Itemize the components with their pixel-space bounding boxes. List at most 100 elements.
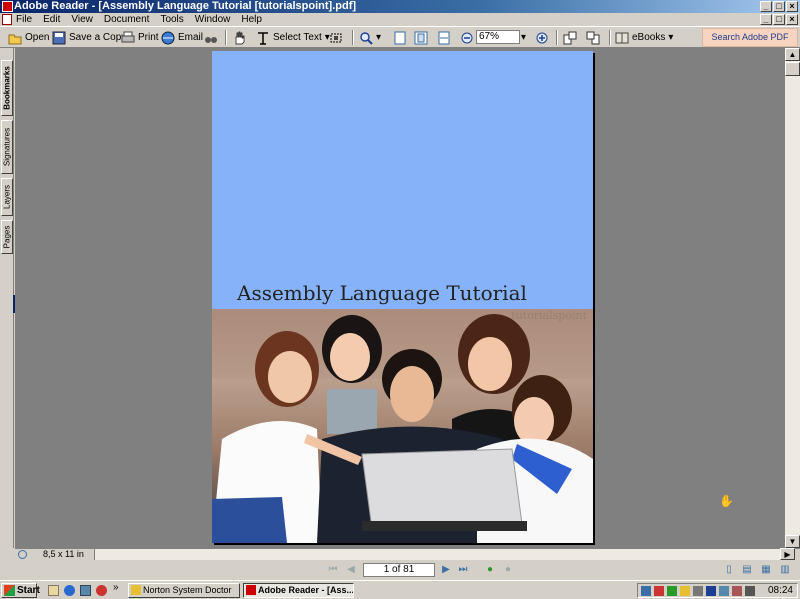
snapshot-button[interactable] [329,29,343,46]
windows-taskbar: Start » Norton System Doctor Adobe Reade… [0,580,800,599]
tray-shield-icon[interactable] [706,586,716,596]
quicklaunch-app-icon[interactable] [96,585,107,596]
quicklaunch-ie-icon[interactable] [64,585,75,596]
ebooks-button[interactable]: eBooks ▾ [615,29,673,46]
single-page-icon[interactable]: ▯ [723,564,735,576]
save-copy-label: Save a Copy [69,32,127,43]
facing-icon[interactable]: ▥ [779,564,791,576]
toolbar-separator [225,30,227,45]
zoom-in-tool-button[interactable]: ▾ [359,29,381,46]
tray-app-icon[interactable] [732,586,742,596]
zoom-level-input[interactable]: 67% [476,30,520,44]
scroll-up-button[interactable]: ▲ [785,48,800,61]
menu-window[interactable]: Window [195,13,231,26]
print-icon [121,31,135,45]
document-icon[interactable] [2,14,12,25]
ebooks-icon [615,31,629,45]
cover-photo: tutorialspoint [212,309,593,543]
go-forward-icon[interactable]: ● [502,564,514,576]
fit-page-button[interactable] [414,29,428,46]
save-icon [52,31,66,45]
menu-help[interactable]: Help [241,13,262,26]
horizontal-scrollbar[interactable] [95,549,785,560]
snapshot-icon [329,31,343,45]
page-navigation-bar: ⏮ ◀ 1 of 81 ▶ ⏭ ● ● ▯ ▤ ▦ ▥ [0,560,800,580]
ebooks-dropdown-icon[interactable]: ▾ [668,32,673,43]
email-icon [161,31,175,45]
doc-close-button[interactable]: × [786,14,798,25]
start-label: Start [17,585,40,596]
tray-network-icon[interactable] [641,586,651,596]
doc-restore-button[interactable]: □ [773,14,785,25]
ebooks-label: eBooks [632,32,666,43]
open-icon [8,31,22,45]
zoom-tool-dropdown-icon[interactable]: ▾ [376,32,381,43]
print-button[interactable]: Print [121,29,159,46]
tray-security-icon[interactable] [654,586,664,596]
tray-display-icon[interactable] [719,586,729,596]
tray-update-icon[interactable] [667,586,677,596]
scroll-down-button[interactable]: ▼ [785,535,800,548]
zoom-out-button[interactable] [460,29,474,46]
actual-size-button[interactable] [393,29,407,46]
search-binoculars-button[interactable] [204,29,218,46]
tray-volume-icon[interactable] [693,586,703,596]
navigation-panel: Bookmarks Signatures Layers Pages [0,48,14,548]
zoom-in-icon [359,31,373,45]
next-page-icon[interactable]: ▶ [440,564,452,576]
start-button[interactable]: Start [1,583,40,598]
fit-width-button[interactable] [437,29,451,46]
menu-tools[interactable]: Tools [160,13,183,26]
quicklaunch-overflow-chevron[interactable]: » [113,582,119,593]
vertical-scroll-thumb[interactable] [785,62,800,76]
scroll-right-button[interactable]: ▶ [780,548,795,560]
continuous-icon[interactable]: ▤ [741,564,753,576]
pdf-page[interactable]: Assembly Language Tutorial tutorialspoin… [212,51,593,543]
zoom-in-button[interactable] [535,29,549,46]
menu-file[interactable]: File [16,13,32,26]
vertical-scrollbar[interactable]: ▲ ▼ [785,48,800,548]
document-workspace[interactable]: Assembly Language Tutorial tutorialspoin… [15,48,785,548]
print-label: Print [138,32,159,43]
select-text-button[interactable]: Select Text ▾ [256,29,330,46]
title-bar[interactable]: Adobe Reader - [Assembly Language Tutori… [0,0,800,13]
maximize-button[interactable]: □ [773,1,785,12]
email-button[interactable]: Email [161,29,203,46]
open-button[interactable]: Open [8,29,49,46]
search-adobe-pdf-button[interactable]: Search Adobe PDF files [702,28,798,59]
menu-edit[interactable]: Edit [43,13,60,26]
page-size-icon [18,550,27,559]
page-number-input[interactable]: 1 of 81 [363,563,435,577]
tab-signatures[interactable]: Signatures [1,120,13,174]
close-button[interactable]: × [786,1,798,12]
first-page-icon[interactable]: ⏮ [327,564,339,576]
menu-document[interactable]: Document [104,13,150,26]
previous-page-icon[interactable]: ◀ [345,564,357,576]
rotate-counterclockwise-button[interactable] [586,29,600,46]
norton-icon [131,585,141,595]
tab-bookmarks[interactable]: Bookmarks [1,60,13,116]
continuous-facing-icon[interactable]: ▦ [760,564,772,576]
quicklaunch-desktop-icon[interactable] [48,585,59,596]
task-adobe-reader[interactable]: Adobe Reader - [Ass... [243,583,354,598]
hand-tool-button[interactable] [232,29,246,46]
menu-view[interactable]: View [71,13,93,26]
select-text-icon [256,31,270,45]
doc-minimize-button[interactable]: _ [760,14,772,25]
document-title: Assembly Language Tutorial [237,281,527,305]
quicklaunch-explorer-icon[interactable] [80,585,91,596]
minimize-button[interactable]: _ [760,1,772,12]
tab-layers[interactable]: Layers [1,178,13,216]
fit-width-icon [437,31,451,45]
tray-misc-icon[interactable] [745,586,755,596]
rotate-clockwise-button[interactable] [563,29,577,46]
windows-flag-icon [4,585,15,596]
last-page-icon[interactable]: ⏭ [457,564,469,576]
zoom-dropdown-button[interactable]: ▾ [521,29,526,46]
tray-norton-icon[interactable] [680,586,690,596]
tab-pages[interactable]: Pages [1,220,13,254]
menu-bar: File Edit View Document Tools Window Hel… [0,13,800,26]
save-copy-button[interactable]: Save a Copy [52,29,126,46]
go-back-icon[interactable]: ● [484,564,496,576]
task-norton-system-doctor[interactable]: Norton System Doctor [128,583,240,598]
